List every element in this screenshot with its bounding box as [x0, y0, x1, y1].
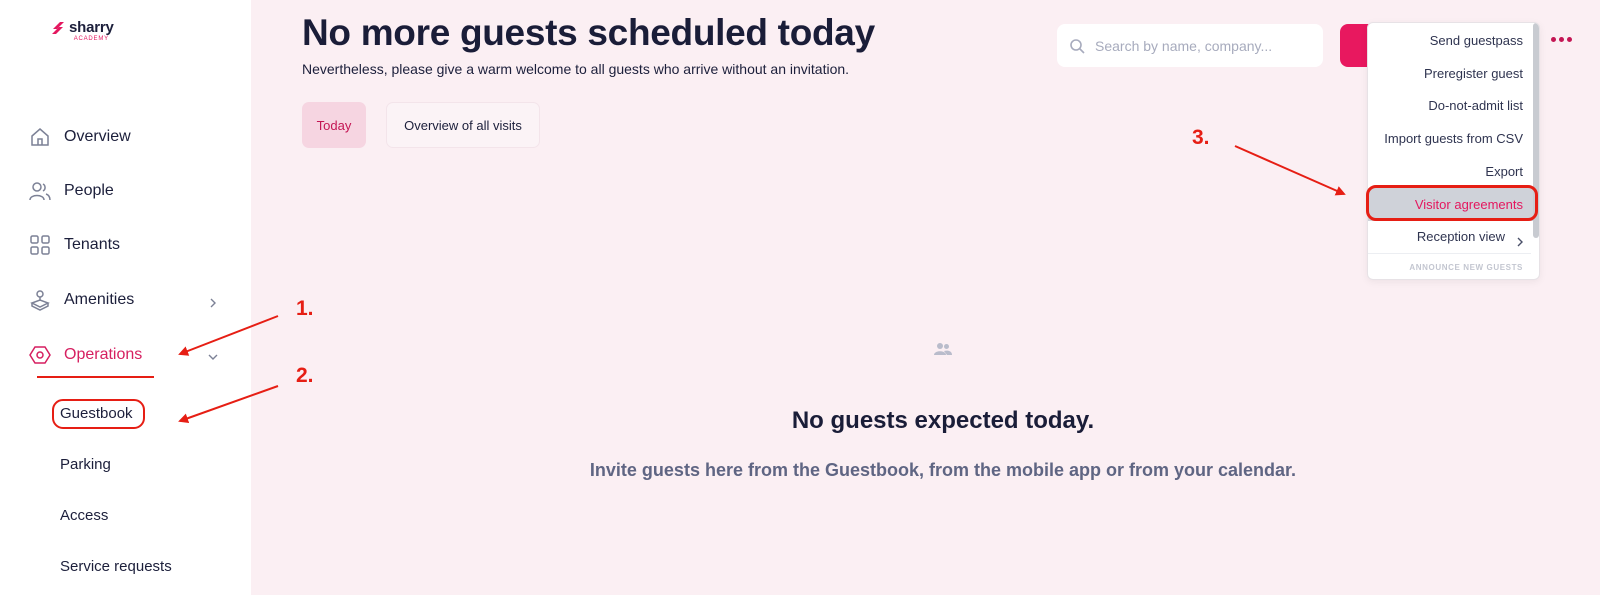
logo[interactable]: sharry ACADEMY — [50, 20, 114, 42]
menu-item-do-not-admit-list[interactable]: Do-not-admit list — [1428, 98, 1523, 113]
sidebar-item-label: Operations — [64, 346, 143, 363]
search-input[interactable] — [1095, 37, 1305, 54]
menu-item-import-guests-csv[interactable]: Import guests from CSV — [1384, 131, 1523, 146]
search-icon — [1070, 38, 1085, 54]
annotation-circle-visitor-agreements — [1366, 185, 1538, 221]
more-options-icon[interactable] — [1551, 37, 1572, 42]
annotation-label-2: 2. — [296, 364, 314, 387]
search-box[interactable] — [1057, 24, 1323, 67]
sidebar-item-overview[interactable]: Overview — [28, 125, 131, 149]
logo-mark-icon — [52, 22, 64, 34]
annotation-label-3: 3. — [1192, 126, 1210, 149]
annotation-label-1: 1. — [296, 297, 314, 320]
menu-item-preregister-guest[interactable]: Preregister guest — [1424, 66, 1523, 81]
sidebar-item-label: Overview — [64, 128, 131, 145]
amenities-icon — [28, 288, 52, 312]
sidebar-item-amenities[interactable]: Amenities — [28, 288, 134, 312]
sidebar-item-label: Tenants — [64, 236, 121, 253]
page-subtitle: Nevertheless, please give a warm welcome… — [302, 61, 850, 77]
empty-state-title: No guests expected today. — [791, 407, 1095, 434]
actions-menu: Send guestpass Preregister guest Do-not-… — [1367, 22, 1540, 280]
page-title: No more guests scheduled today — [302, 12, 875, 53]
sidebar-item-operations[interactable]: Operations — [28, 343, 142, 367]
chevron-down-icon[interactable] — [206, 350, 220, 364]
logo-sub: ACADEMY — [73, 36, 109, 42]
sidebar-item-label: Amenities — [64, 291, 135, 308]
menu-item-reception-view[interactable]: Reception view — [1417, 229, 1505, 244]
sidebar-item-tenants[interactable]: Tenants — [28, 233, 120, 257]
hexagon-icon — [28, 343, 52, 367]
sub-item-access[interactable]: Access — [60, 507, 108, 524]
menu-divider — [1368, 253, 1531, 254]
home-icon — [28, 125, 52, 149]
arrow-3 — [1234, 145, 1346, 196]
logo-name: sharry — [69, 19, 114, 36]
sidebar-item-label: People — [64, 182, 114, 199]
menu-section-heading: ANNOUNCE NEW GUESTS — [1409, 263, 1523, 272]
chevron-right-icon — [1517, 237, 1523, 247]
tab-overview[interactable]: Overview of all visits — [386, 102, 540, 148]
grid-icon — [28, 233, 52, 257]
menu-item-send-guestpass[interactable]: Send guestpass — [1430, 33, 1523, 48]
tab-today[interactable]: Today — [302, 102, 366, 148]
sidebar: sharry ACADEMY Overview People Tenants A… — [0, 0, 251, 595]
annotation-underline — [37, 376, 154, 378]
empty-state-subtitle: Invite guests here from the Guestbook, f… — [589, 460, 1297, 480]
sub-item-service-requests[interactable]: Service requests — [60, 558, 172, 575]
annotation-circle-guestbook — [52, 399, 145, 429]
menu-item-export[interactable]: Export — [1485, 164, 1523, 179]
people-icon — [934, 343, 952, 355]
sidebar-item-people[interactable]: People — [28, 179, 114, 203]
chevron-right-icon[interactable] — [206, 296, 220, 310]
people-icon — [28, 179, 52, 203]
